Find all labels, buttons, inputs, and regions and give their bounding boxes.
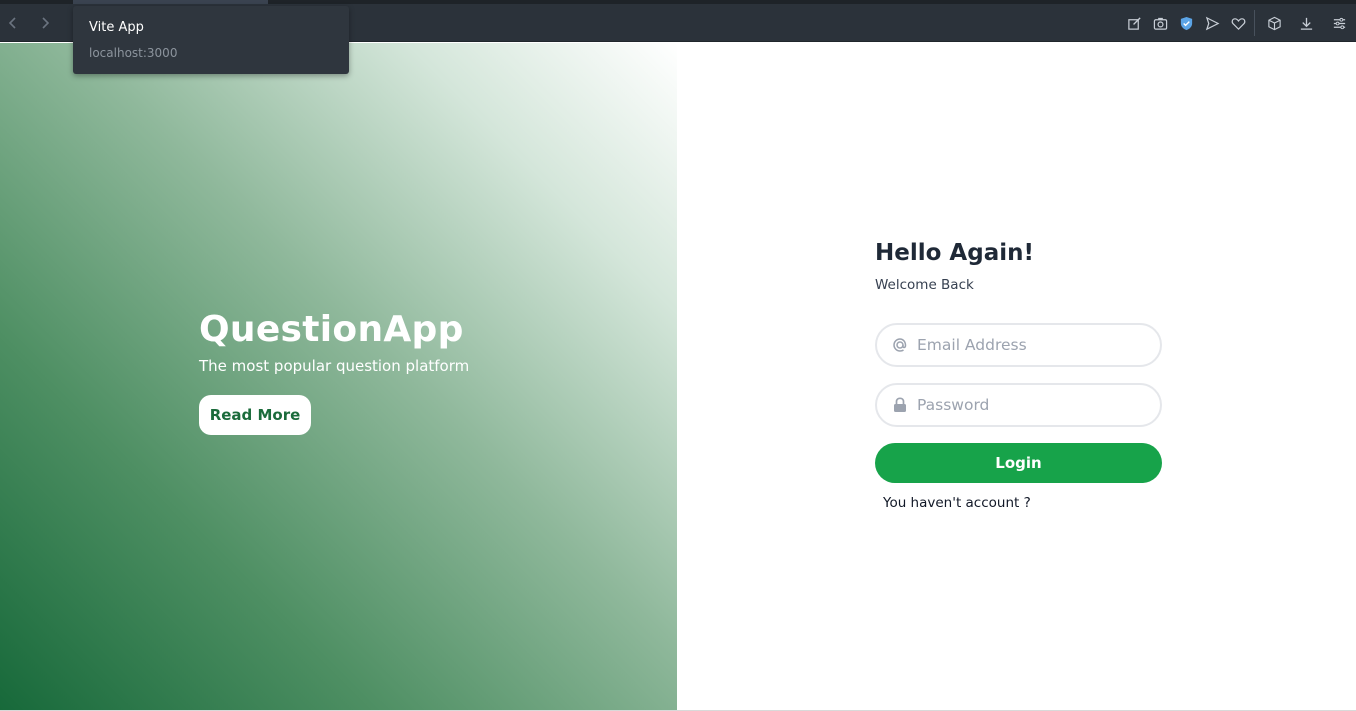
password-input[interactable] [917,391,1147,419]
read-more-button[interactable]: Read More [199,395,311,435]
password-field[interactable] [875,383,1162,427]
email-input[interactable] [917,331,1147,359]
page-content: QuestionApp The most popular question pl… [0,43,1356,711]
cube-icon[interactable] [1265,14,1283,32]
shield-icon[interactable] [1177,14,1195,32]
edit-icon[interactable] [1125,14,1143,32]
hero-panel: QuestionApp The most popular question pl… [0,43,677,711]
tooltip-title: Vite App [89,20,144,35]
at-icon [891,336,909,354]
camera-icon[interactable] [1151,14,1169,32]
heart-icon[interactable] [1229,14,1247,32]
email-field[interactable] [875,323,1162,367]
tab-tooltip: Vite App localhost:3000 [73,6,349,74]
brand-title: QuestionApp [199,309,464,350]
menu-icon[interactable] [1330,14,1348,32]
download-icon[interactable] [1297,14,1315,32]
lock-icon [891,396,909,414]
login-heading: Hello Again! [875,240,1034,266]
send-icon[interactable] [1203,14,1221,32]
tooltip-url: localhost:3000 [89,46,178,60]
login-form: Hello Again! Welcome Back Login You have… [677,43,1356,711]
login-button[interactable]: Login [875,443,1162,483]
login-subheading: Welcome Back [875,277,974,293]
forward-icon[interactable] [36,13,54,33]
signup-link[interactable]: You haven't account ? [883,495,1031,511]
back-icon[interactable] [4,13,22,33]
brand-subtitle: The most popular question platform [199,357,470,375]
toolbar-separator [1254,10,1255,36]
